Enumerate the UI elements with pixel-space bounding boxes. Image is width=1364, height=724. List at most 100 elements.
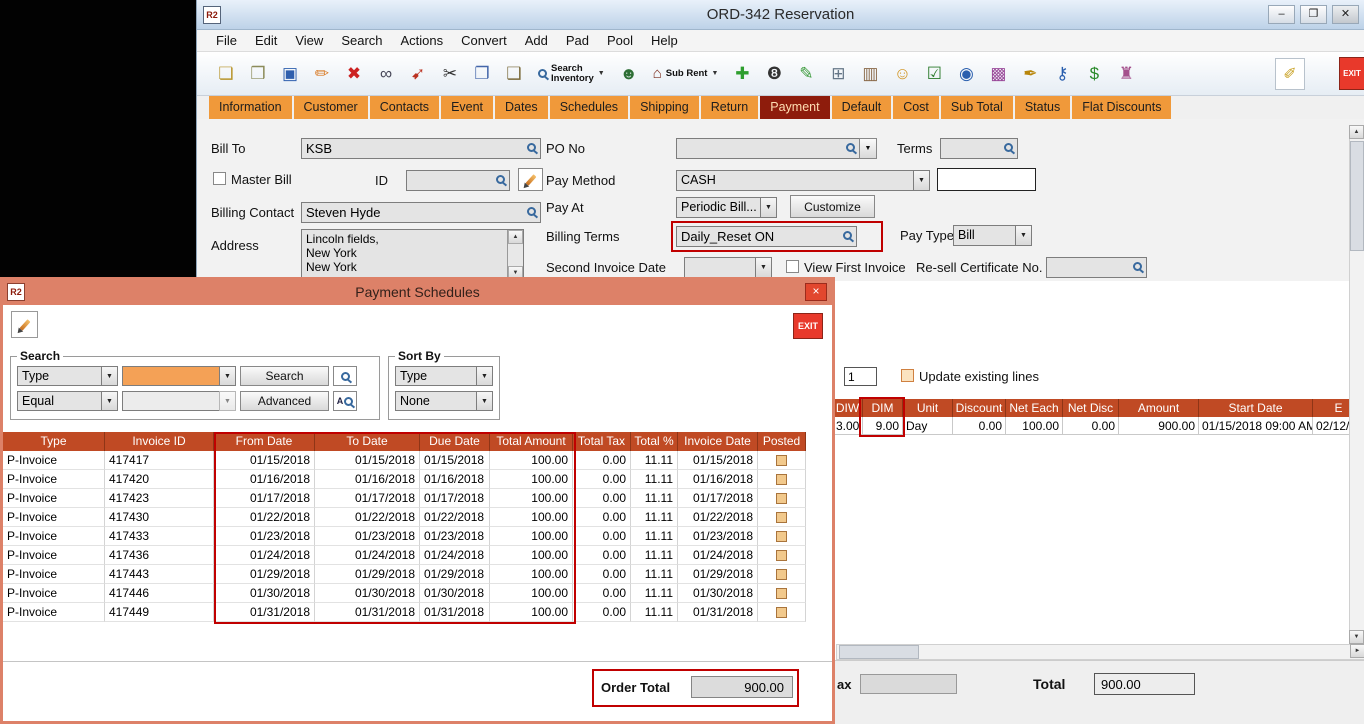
tab-default[interactable]: Default	[832, 96, 892, 119]
billing-contact-field[interactable]: Steven Hyde	[301, 202, 541, 223]
search-operator-select[interactable]: Equal ▼	[17, 391, 118, 411]
chevron-down-icon[interactable]: ▼	[1015, 225, 1032, 246]
total-field[interactable]: 900.00	[1094, 673, 1195, 695]
search-icon[interactable]	[843, 231, 852, 240]
pay-type-select[interactable]: Bill ▼	[953, 225, 1032, 246]
chevron-down-icon[interactable]: ▼	[219, 366, 236, 386]
binoculars-icon[interactable]: ∞	[371, 56, 401, 92]
menu-item[interactable]: Help	[642, 31, 687, 50]
column-header[interactable]: From Date	[214, 432, 315, 451]
tab-dates[interactable]: Dates	[495, 96, 548, 119]
scrollbar-thumb[interactable]	[1350, 141, 1364, 251]
table-row[interactable]: P-Invoice 417443 01/29/2018 01/29/2018 0…	[3, 565, 806, 584]
posted-checkbox[interactable]	[776, 531, 787, 542]
column-header[interactable]: Net Each	[1006, 399, 1063, 417]
posted-checkbox[interactable]	[776, 455, 787, 466]
table-row[interactable]: P-Invoice 417446 01/30/2018 01/30/2018 0…	[3, 584, 806, 603]
tab-shipping[interactable]: Shipping	[630, 96, 699, 119]
smiley-icon[interactable]: ☺	[887, 56, 917, 92]
tab-sub-total[interactable]: Sub Total	[941, 96, 1013, 119]
column-header[interactable]: Invoice ID	[105, 432, 214, 451]
column-header[interactable]: Posted	[758, 432, 806, 451]
menu-item[interactable]: Actions	[392, 31, 453, 50]
chevron-down-icon[interactable]: ▼	[913, 170, 930, 191]
po-no-dropdown-button[interactable]: ▼	[859, 138, 877, 159]
column-header[interactable]: DIM	[863, 399, 903, 417]
column-header[interactable]: Total Amount	[490, 432, 573, 451]
highlighter-icon[interactable]: ✐	[1275, 58, 1305, 90]
carts-icon[interactable]: ♜	[1111, 56, 1141, 92]
table-row[interactable]: P-Invoice 417433 01/23/2018 01/23/2018 0…	[3, 527, 806, 546]
column-header[interactable]: Net Disc	[1063, 399, 1119, 417]
edit-pencil-icon[interactable]: ✏	[307, 56, 337, 92]
search-icon[interactable]	[846, 143, 855, 152]
advanced-button[interactable]: Advanced	[240, 391, 329, 411]
column-header[interactable]: DIW	[833, 399, 863, 417]
posted-checkbox[interactable]	[776, 493, 787, 504]
column-header[interactable]: To Date	[315, 432, 420, 451]
sub-rent-button[interactable]: ⌂ Sub Rent ▼	[646, 56, 726, 92]
second-invoice-date-select[interactable]: ▼	[684, 257, 772, 278]
address-scrollbar[interactable]: ▲ ▼	[507, 230, 523, 280]
posted-checkbox[interactable]	[776, 512, 787, 523]
save-icon[interactable]: ▣	[275, 56, 305, 92]
vertical-scrollbar[interactable]: ▲ ▼	[1349, 125, 1364, 644]
menu-item[interactable]: Edit	[246, 31, 286, 50]
bill-to-field[interactable]: KSB	[301, 138, 541, 159]
copy-icon[interactable]: ❐	[467, 56, 497, 92]
search-inventory-button[interactable]: SearchInventory ▼	[531, 56, 612, 92]
column-header[interactable]: Start Date	[1199, 399, 1313, 417]
column-header[interactable]: Unit	[903, 399, 953, 417]
menu-item[interactable]: Pool	[598, 31, 642, 50]
sort-order-select[interactable]: None ▼	[395, 391, 493, 411]
tab-flat-discounts[interactable]: Flat Discounts	[1072, 96, 1171, 119]
tab-return[interactable]: Return	[701, 96, 759, 119]
cut-icon[interactable]: ✂	[435, 56, 465, 92]
menu-item[interactable]: Add	[516, 31, 557, 50]
tab-status[interactable]: Status	[1015, 96, 1070, 119]
menu-item[interactable]: Search	[332, 31, 391, 50]
new-document-icon[interactable]: ❏	[211, 56, 241, 92]
search-icon[interactable]	[527, 143, 536, 152]
resell-certificate-field[interactable]	[1046, 257, 1147, 278]
posted-checkbox[interactable]	[776, 588, 787, 599]
approve-icon[interactable]: ☑	[919, 56, 949, 92]
pay-method-extra-field[interactable]	[937, 168, 1036, 191]
signature-icon[interactable]: ✒	[1015, 56, 1045, 92]
pay-at-select[interactable]: Periodic Bill... ▼	[676, 197, 777, 218]
tab-cost[interactable]: Cost	[893, 96, 939, 119]
delete-icon[interactable]: ✖	[339, 56, 369, 92]
horizontal-scrollbar[interactable]: ►	[836, 644, 1364, 660]
column-header[interactable]: Due Date	[420, 432, 490, 451]
add-person-icon[interactable]: ☻	[614, 56, 644, 92]
line-qty-input[interactable]	[844, 367, 877, 386]
table-row[interactable]: P-Invoice 417449 01/31/2018 01/31/2018 0…	[3, 603, 806, 622]
exit-button[interactable]: EXIT	[1339, 57, 1364, 90]
chevron-down-icon[interactable]: ▼	[101, 366, 118, 386]
edit-schedule-button[interactable]	[11, 311, 38, 338]
search-button[interactable]: Search	[240, 366, 329, 386]
advanced-lookup-button[interactable]: A	[333, 391, 357, 411]
column-header[interactable]: Total %	[631, 432, 678, 451]
close-button[interactable]: ✕	[1332, 5, 1359, 24]
chevron-down-icon[interactable]: ▼	[760, 197, 777, 218]
lines-grid-row[interactable]: 3.00 9.00 Day 0.00 100.00 0.00 900.00 01…	[833, 417, 1364, 435]
tax-field[interactable]	[860, 674, 957, 694]
chevron-down-icon[interactable]: ▼	[101, 391, 118, 411]
search-field-select[interactable]: Type ▼	[17, 366, 118, 386]
maximize-button[interactable]: ❐	[1300, 5, 1327, 24]
column-header[interactable]: Total Tax	[573, 432, 631, 451]
calendar-icon[interactable]: ⊞	[823, 56, 853, 92]
menu-item[interactable]: View	[286, 31, 332, 50]
dialog-close-button[interactable]: ×	[805, 283, 827, 301]
search-lookup-button[interactable]	[333, 366, 357, 386]
scroll-up-icon[interactable]: ▲	[508, 230, 523, 244]
posted-checkbox[interactable]	[776, 474, 787, 485]
sort-field-select[interactable]: Type ▼	[395, 366, 493, 386]
scroll-down-icon[interactable]: ▼	[1349, 630, 1364, 644]
id-field[interactable]	[406, 170, 510, 191]
address-field[interactable]: Lincoln fields, New York New York ▲ ▼	[301, 229, 524, 281]
terms-field[interactable]	[940, 138, 1018, 159]
print-icon[interactable]: ❒	[243, 56, 273, 92]
update-existing-checkbox[interactable]	[901, 369, 914, 382]
